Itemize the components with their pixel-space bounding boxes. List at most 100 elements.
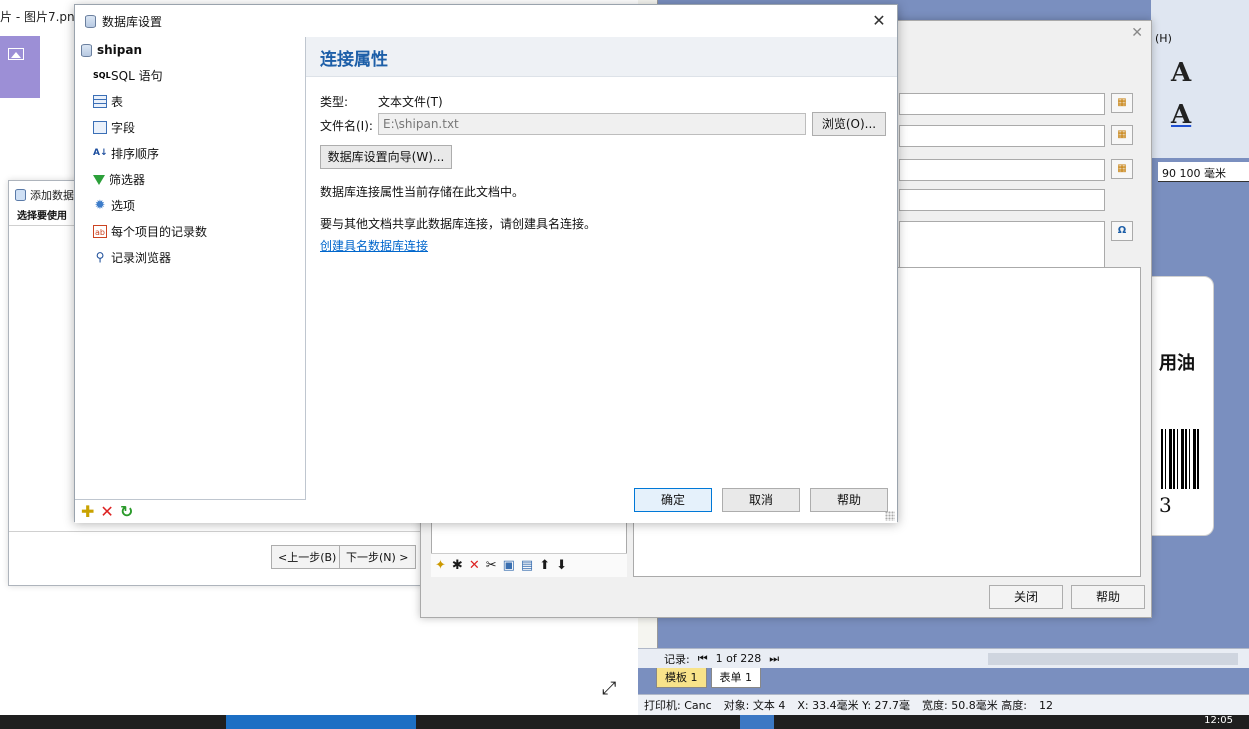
ds-field-3[interactable] [899, 159, 1105, 181]
sort-icon: A↓ [93, 148, 108, 158]
previous-button[interactable]: <上一步(B) [271, 545, 344, 569]
close-icon[interactable]: ✕ [1131, 25, 1143, 41]
status-coords: X: 33.4毫米 Y: 27.7毫 [797, 699, 911, 712]
cut-icon[interactable]: ✂ [486, 558, 497, 573]
cancel-button[interactable]: 取消 [722, 488, 800, 512]
status-size: 宽度: 50.8毫米 高度: [922, 699, 1027, 712]
file-name-label: 文件名(I): [320, 119, 373, 133]
font-size-icon[interactable]: A [1171, 58, 1191, 88]
barcode [1161, 429, 1201, 489]
last-record-icon[interactable]: ⏭ [769, 652, 779, 666]
create-named-connection-link[interactable]: 创建具名数据库连接 [320, 237, 428, 254]
omega-symbol-icon[interactable]: Ω [1111, 221, 1133, 241]
taskbar-clock: 12:05 [1204, 715, 1233, 726]
move-down-icon[interactable]: ⬇ [556, 558, 567, 573]
resize-cursor-icon: ⤢ [602, 678, 617, 699]
database-icon [15, 189, 26, 201]
tab-template-1[interactable]: 模板 1 [656, 668, 707, 688]
ds-field-1[interactable] [899, 93, 1105, 115]
database-wizard-button[interactable]: 数据库设置向导(W)... [320, 145, 452, 169]
wand-icon[interactable]: ✱ [452, 558, 463, 573]
refresh-icon[interactable]: ↻ [120, 502, 133, 521]
delete-icon[interactable]: ✕ [100, 502, 113, 521]
insert-field-icon[interactable]: ▦ [1111, 159, 1133, 179]
wizard-subtitle: 选择要使用 [17, 211, 67, 222]
records-icon: ab [93, 225, 107, 238]
database-settings-dialog: 数据库设置 ✕ shipan SQL SQL 语句 表 字段 A↓ 排序顺序 筛选器… [74, 4, 898, 523]
tree-item-fields[interactable]: 字段 [93, 119, 135, 136]
filter-icon [93, 174, 105, 185]
record-navigation-bar: 记录: ⏮ 1 of 228 ⏭ [638, 648, 1249, 668]
tab-form-1[interactable]: 表单 1 [710, 668, 761, 688]
close-button[interactable]: 关闭 [989, 585, 1063, 609]
label-text: 用油 [1159, 353, 1195, 374]
insert-field-icon[interactable]: ▦ [1111, 93, 1133, 113]
wizard-title: 添加数据 [15, 187, 74, 203]
ds-toolbar: ✦ ✱ ✕ ✂ ▣ ▤ ⬆ ⬇ [431, 553, 627, 577]
dialog-title: 数据库设置 [102, 14, 163, 29]
delete-icon[interactable]: ✕ [469, 558, 480, 573]
dialog-title-bar: 数据库设置 ✕ [75, 5, 897, 37]
barcode-digit: 3 [1159, 493, 1172, 517]
status-zoom: 12 [1038, 698, 1053, 712]
image-icon [8, 48, 24, 60]
help-button[interactable]: 帮助 [1071, 585, 1145, 609]
ok-button[interactable]: 确定 [634, 488, 712, 512]
resize-grip[interactable] [885, 511, 895, 521]
viewer-window-title: 片 - 图片7.png [0, 10, 83, 24]
new-icon[interactable]: ✦ [435, 558, 446, 573]
horizontal-scrollbar[interactable] [988, 653, 1238, 665]
taskbar-app[interactable] [740, 715, 774, 729]
tree-item-sort[interactable]: A↓ 排序顺序 [93, 145, 159, 162]
database-icon [85, 14, 96, 28]
horizontal-ruler: 90 100 毫米 [1158, 162, 1249, 182]
file-name-input[interactable] [378, 113, 806, 135]
tree-toolbar: ✚ ✕ ↻ [75, 499, 306, 523]
database-icon [81, 43, 92, 57]
tree-item-sql[interactable]: SQL SQL 语句 [93, 67, 163, 84]
tree-item-records-per-item[interactable]: ab 每个项目的记录数 [93, 223, 207, 240]
tree-item-options[interactable]: ✹ 选项 [93, 197, 135, 214]
formatting-ribbon: (H) A A [1151, 0, 1249, 158]
first-record-icon[interactable]: ⏮ [698, 652, 708, 666]
search-icon: ⚲ [95, 250, 105, 264]
image-thumbnail[interactable] [0, 36, 40, 98]
help-button[interactable]: 帮助 [810, 488, 888, 512]
field-icon [93, 121, 107, 134]
move-up-icon[interactable]: ⬆ [539, 558, 550, 573]
tree-root-shipan[interactable]: shipan [81, 43, 142, 57]
paste-icon[interactable]: ▤ [521, 558, 533, 573]
close-icon[interactable]: ✕ [869, 11, 889, 31]
ds-dropdown[interactable] [899, 189, 1105, 211]
table-icon [93, 95, 107, 108]
ds-field-2[interactable] [899, 125, 1105, 147]
browse-button[interactable]: 浏览(O)... [812, 112, 886, 136]
taskbar: 12:05 [0, 715, 1249, 729]
sql-icon: SQL [93, 71, 111, 80]
share-info-text: 要与其他文档共享此数据库连接，请创建具名连接。 [320, 217, 597, 231]
divider [9, 531, 437, 532]
tree-item-record-browser[interactable]: ⚲ 记录浏览器 [93, 249, 171, 266]
panel-heading: 连接属性 [320, 50, 388, 70]
tree-item-table[interactable]: 表 [93, 93, 123, 110]
sheet-tabs: 模板 1 表单 1 [656, 668, 761, 688]
status-printer: 打印机: Canc [644, 699, 712, 712]
taskbar-search[interactable] [226, 715, 416, 729]
insert-field-icon[interactable]: ▦ [1111, 125, 1133, 145]
help-menu[interactable]: (H) [1155, 32, 1172, 45]
panel-header: 连接属性 [306, 37, 897, 77]
record-counter: 1 of 228 [715, 652, 762, 665]
add-database-icon[interactable]: ✚ [81, 502, 94, 521]
tree-item-filter[interactable]: 筛选器 [93, 171, 145, 188]
type-label: 类型: [320, 95, 349, 109]
status-bar: 打印机: Canc 对象: 文本 4 X: 33.4毫米 Y: 27.7毫 宽度… [638, 694, 1249, 715]
status-object: 对象: 文本 4 [723, 699, 786, 712]
copy-icon[interactable]: ▣ [503, 558, 515, 573]
record-label: 记录: [664, 652, 690, 666]
type-value: 文本文件(T) [378, 95, 443, 109]
font-color-icon[interactable]: A [1171, 100, 1191, 130]
storage-info-text: 数据库连接属性当前存储在此文档中。 [320, 185, 525, 199]
gear-icon: ✹ [94, 198, 106, 213]
connection-properties-panel: 连接属性 类型: 文本文件(T) 文件名(I): 浏览(O)... 数据库设置向… [306, 37, 897, 523]
next-button[interactable]: 下一步(N) > [339, 545, 416, 569]
